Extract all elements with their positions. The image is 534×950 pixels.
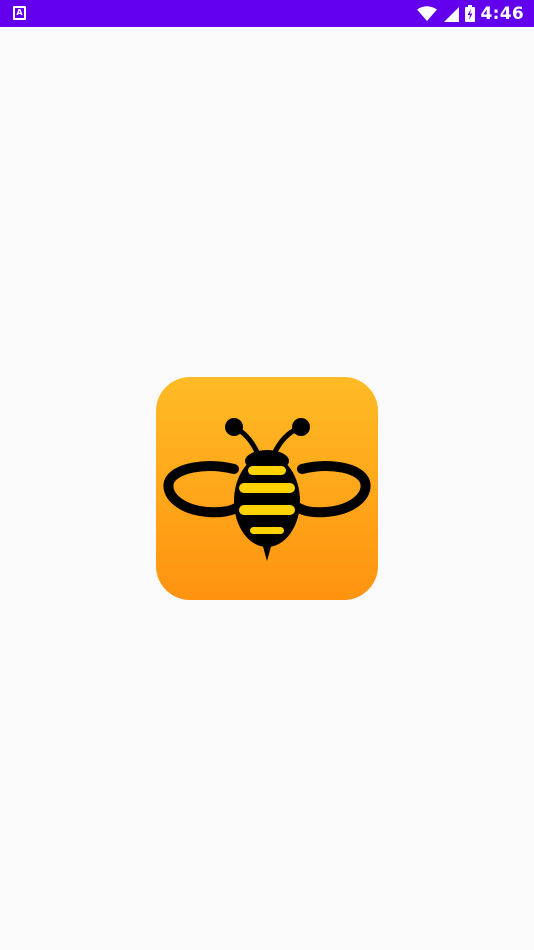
splash-screen: A 4:46 (0, 0, 534, 950)
wifi-icon (416, 5, 437, 21)
bee-logo-icon (156, 377, 378, 600)
battery-charging-icon (464, 5, 475, 22)
notification-app-icon: A (13, 6, 26, 20)
cell-signal-icon (443, 6, 459, 22)
status-bar: A 4:46 (0, 0, 534, 27)
status-icons: 4:46 (416, 0, 524, 27)
status-clock: 4:46 (480, 3, 524, 24)
